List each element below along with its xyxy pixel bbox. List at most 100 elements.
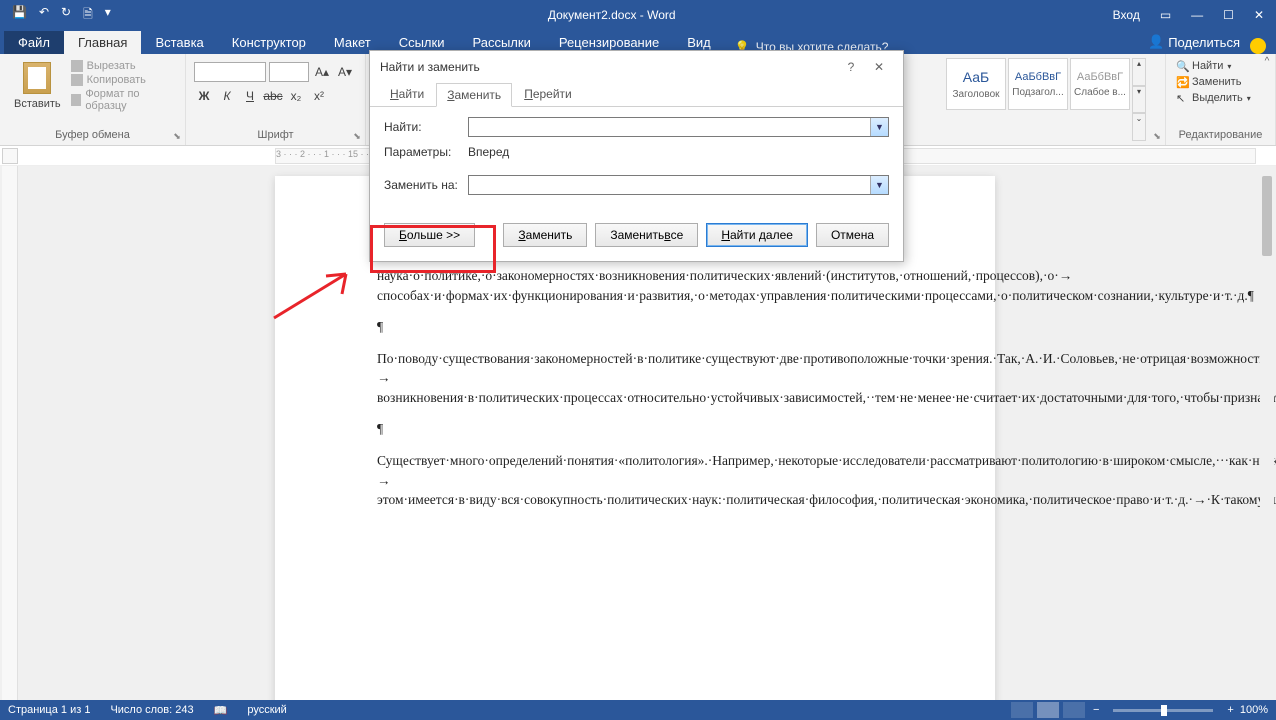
redo-icon[interactable]: ↻ (61, 5, 71, 26)
styles-down-icon[interactable]: ▾ (1132, 86, 1146, 114)
view-web-layout[interactable] (1063, 702, 1085, 718)
zoom-in-button[interactable]: + (1227, 704, 1233, 716)
bold-button[interactable]: Ж (194, 86, 214, 106)
group-styles: АаБ Заголовок АаБбВвГ Подзагол... АаБбВв… (938, 54, 1166, 145)
font-name-combo[interactable] (194, 62, 266, 82)
signin-button[interactable]: Вход (1113, 8, 1140, 22)
paragraph: Существует·много·определений·понятия·«по… (377, 451, 895, 510)
doc-icon[interactable]: 🗎 (83, 5, 93, 26)
style-weak[interactable]: АаБбВвГ Слабое в... (1070, 58, 1130, 110)
find-input[interactable]: ▼ (468, 117, 889, 137)
find-label: Найти: (384, 120, 468, 134)
clipboard-launcher[interactable]: ⬊ (171, 131, 183, 143)
titlebar: 💾 ↶ ↻ 🗎 ▾ Документ2.docx - Word Вход ▭ —… (0, 0, 1276, 30)
cursor-icon: ↖ (1176, 92, 1188, 104)
zoom-level[interactable]: 100% (1240, 704, 1268, 716)
dialog-tab-goto[interactable]: Перейти (514, 83, 582, 106)
status-proofing-icon[interactable]: 📖 (214, 704, 228, 717)
view-print-layout[interactable] (1037, 702, 1059, 718)
shrink-font-button[interactable]: A▾ (335, 62, 355, 82)
dialog-tab-find[interactable]: Найти (380, 83, 434, 106)
replace-icon: 🔁 (1176, 76, 1188, 88)
style-subheading[interactable]: АаБбВвГ Подзагол... (1008, 58, 1068, 110)
paragraph: По·поводу·существования·закономерностей·… (377, 349, 895, 408)
tab-design[interactable]: Конструктор (218, 31, 320, 54)
find-button[interactable]: 🔍 Найти ▾ (1174, 58, 1267, 74)
tab-insert[interactable]: Вставка (141, 31, 217, 54)
collapse-ribbon-icon[interactable]: ^ (1260, 56, 1274, 70)
paste-icon (23, 62, 51, 94)
group-clipboard-label: Буфер обмена (8, 127, 177, 141)
style-heading[interactable]: АаБ Заголовок (946, 58, 1006, 110)
replace-label: Заменить на: (384, 178, 468, 192)
chevron-down-icon[interactable]: ▼ (870, 176, 888, 194)
replace-input[interactable]: ▼ (468, 175, 889, 195)
brush-icon (71, 94, 82, 106)
tab-home[interactable]: Главная (64, 31, 141, 54)
grow-font-button[interactable]: A▴ (312, 62, 332, 82)
select-button[interactable]: ↖ Выделить ▾ (1174, 90, 1267, 106)
superscript-button[interactable]: x² (309, 86, 329, 106)
maximize-icon[interactable]: ☐ (1223, 8, 1234, 22)
dialog-tabs: Найти Заменить Перейти (370, 83, 903, 107)
strike-button[interactable]: abc (263, 86, 283, 106)
find-next-button[interactable]: Найти далее (706, 223, 808, 247)
statusbar: Страница 1 из 1 Число слов: 243 📖 русски… (0, 700, 1276, 720)
cancel-button[interactable]: Отмена (816, 223, 889, 247)
dialog-help-button[interactable]: ? (837, 53, 865, 81)
format-painter-button[interactable]: Формат по образцу (71, 88, 173, 112)
params-label: Параметры: (384, 145, 468, 159)
styles-launcher[interactable]: ⬊ (1151, 131, 1163, 143)
dialog-titlebar[interactable]: Найти и заменить ? ✕ (370, 51, 903, 83)
tab-file[interactable]: Файл (4, 31, 64, 54)
view-read-mode[interactable] (1011, 702, 1033, 718)
paste-button[interactable]: Вставить (8, 58, 67, 127)
share-icon: 👤 (1148, 34, 1164, 50)
chevron-down-icon: ▾ (1247, 94, 1251, 103)
font-launcher[interactable]: ⬊ (351, 131, 363, 143)
vertical-scrollbar[interactable] (1260, 166, 1274, 700)
group-editing-label: Редактирование (1174, 127, 1267, 141)
chevron-down-icon[interactable]: ▼ (870, 118, 888, 136)
font-size-combo[interactable] (269, 62, 309, 82)
replace-button[interactable]: 🔁 Заменить (1174, 74, 1267, 90)
dialog-close-button[interactable]: ✕ (865, 53, 893, 81)
styles-up-icon[interactable]: ▴ (1132, 58, 1146, 86)
ruler-corner[interactable] (2, 148, 18, 164)
feedback-icon[interactable] (1250, 38, 1266, 54)
close-icon[interactable]: ✕ (1254, 8, 1264, 22)
cut-button[interactable]: Вырезать (71, 60, 173, 72)
dialog-title-text: Найти и заменить (380, 60, 480, 74)
zoom-handle[interactable] (1161, 705, 1167, 716)
status-language[interactable]: русский (247, 704, 286, 716)
replace-one-button[interactable]: Заменить (503, 223, 587, 247)
underline-button[interactable]: Ч (240, 86, 260, 106)
subscript-button[interactable]: x₂ (286, 86, 306, 106)
group-clipboard: Вставить Вырезать Копировать Формат по о… (0, 54, 186, 145)
ribbon-display-icon[interactable]: ▭ (1160, 8, 1171, 22)
vertical-ruler[interactable] (2, 166, 18, 700)
minimize-icon[interactable]: — (1191, 8, 1203, 22)
paragraph: наука·о·политике,·о·закономерностях·возн… (377, 266, 895, 305)
search-icon: 🔍 (1176, 60, 1188, 72)
zoom-slider[interactable] (1113, 709, 1213, 712)
chevron-down-icon: ▾ (1227, 62, 1231, 71)
window-title: Документ2.docx - Word (111, 8, 1113, 22)
italic-button[interactable]: К (217, 86, 237, 106)
save-icon[interactable]: 💾 (12, 5, 27, 26)
status-page[interactable]: Страница 1 из 1 (8, 704, 90, 716)
status-words[interactable]: Число слов: 243 (110, 704, 193, 716)
paragraph-mark: ¶ (377, 419, 895, 439)
dialog-tab-replace[interactable]: Заменить (436, 83, 512, 107)
styles-more-icon[interactable]: ⌄ (1132, 113, 1146, 141)
share-button[interactable]: 👤 Поделиться (1138, 30, 1250, 54)
group-font-label: Шрифт (194, 127, 357, 141)
copy-button[interactable]: Копировать (71, 74, 173, 86)
find-replace-dialog: Найти и заменить ? ✕ Найти Заменить Пере… (369, 50, 904, 262)
paragraph-mark: ¶ (377, 317, 895, 337)
replace-all-button[interactable]: Заменить все (595, 223, 698, 247)
more-button[interactable]: Больше >> (384, 223, 475, 247)
scrollbar-thumb[interactable] (1262, 176, 1272, 256)
undo-icon[interactable]: ↶ (39, 5, 49, 26)
zoom-out-button[interactable]: − (1093, 704, 1099, 716)
